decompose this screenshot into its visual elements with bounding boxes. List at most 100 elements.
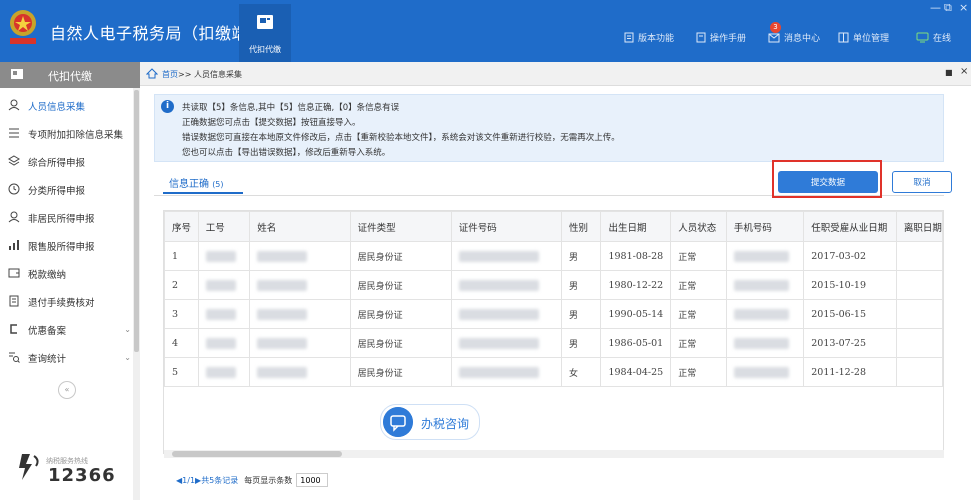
column-header[interactable]: 证件类型: [349, 211, 452, 242]
id-type: 居民身份证: [349, 270, 452, 300]
table-row[interactable]: 3 居民身份证 男 1990-05-14 正常 2015-06-15: [164, 299, 943, 329]
close-tab-icon[interactable]: ×: [960, 66, 968, 77]
name-redacted: [249, 241, 351, 271]
cancel-button[interactable]: 取消: [892, 171, 952, 193]
sidebar-scrollbar[interactable]: [133, 88, 140, 500]
id-type: 居民身份证: [349, 299, 452, 329]
online-icon: [916, 32, 929, 43]
tab-count: (5): [212, 180, 224, 189]
bracket-icon: [0, 323, 28, 338]
column-header[interactable]: 任职受雇从业日期: [803, 211, 897, 242]
nav-online-label: 在线: [933, 34, 952, 44]
scrollbar-thumb[interactable]: [134, 90, 139, 352]
chat-bubble-icon: [383, 407, 413, 437]
employee-id-redacted: [197, 299, 251, 329]
scrollbar-thumb[interactable]: [172, 451, 342, 457]
tax-consult-label: 办税咨询: [421, 417, 470, 431]
tab-label: 信息正确: [169, 179, 209, 190]
sidebar-item-comprehensive-income[interactable]: 综合所得申报: [0, 148, 133, 176]
table-row[interactable]: 2 居民身份证 男 1980-12-22 正常 2015-10-19: [164, 270, 943, 300]
horizontal-scrollbar[interactable]: [164, 450, 944, 458]
leave-date: [895, 270, 943, 300]
employee-id-redacted: [197, 270, 251, 300]
column-header[interactable]: 离职日期: [895, 211, 943, 242]
row-number: 4: [164, 328, 199, 358]
table-header-row: 序号 工号 姓名 证件类型 证件号码 性别 出生日期 人员状态 手机号码 任职受…: [164, 211, 943, 242]
nav-unit-management[interactable]: 单位管理: [838, 31, 889, 44]
leave-date: [895, 328, 943, 358]
per-page-input[interactable]: [296, 473, 329, 487]
page-indicator[interactable]: 1/1: [182, 476, 195, 485]
gender: 男: [560, 241, 602, 271]
wallet-icon: [0, 267, 28, 282]
column-header[interactable]: 人员状态: [670, 211, 727, 242]
column-header[interactable]: 手机号码: [725, 211, 805, 242]
per-page-label: 每页显示条数: [244, 475, 293, 485]
sidebar-item-label: 查询统计: [28, 354, 67, 365]
id-type: 居民身份证: [349, 241, 452, 271]
building-icon: [838, 32, 849, 43]
table-row[interactable]: 1 居民身份证 男 1981-08-28 正常 2017-03-02: [164, 241, 943, 271]
notice-line: 正确数据您可点击【提交数据】按钮直接导入。: [182, 118, 361, 128]
hire-date: 2015-10-19: [803, 270, 897, 300]
maximize-panel-icon[interactable]: ■: [945, 68, 953, 77]
sidebar-item-fee-refund-check[interactable]: 退付手续费核对: [0, 288, 133, 316]
nav-version-features[interactable]: 版本功能: [624, 31, 674, 44]
notice-line: 您也可以点击【导出错误数据】，修改后重新导入系统。: [182, 148, 391, 158]
table-row[interactable]: 4 居民身份证 男 1986-05-01 正常 2013-07-25: [164, 328, 943, 358]
column-header[interactable]: 姓名: [249, 211, 351, 242]
sidebar-item-label: 人员信息采集: [28, 102, 86, 113]
restore-button[interactable]: ⧉: [944, 1, 952, 15]
id-type: 居民身份证: [349, 328, 452, 358]
nav-manual[interactable]: 操作手册: [696, 31, 746, 44]
minimize-button[interactable]: —: [930, 1, 941, 14]
sidebar-item-label: 分类所得申报: [28, 186, 86, 197]
breadcrumb-current-label: 人员信息采集: [193, 70, 242, 79]
leave-date: [895, 241, 943, 271]
sidebar-item-special-deduction[interactable]: 专项附加扣除信息采集: [0, 120, 133, 148]
close-window-button[interactable]: ×: [959, 1, 968, 14]
info-icon: i: [161, 100, 174, 113]
table-row[interactable]: 5 居民身份证 女 1984-04-25 正常 2011-12-28: [164, 357, 943, 387]
sidebar-item-preferential-filing[interactable]: 优惠备案 ⌄: [0, 316, 133, 344]
mail-icon: [768, 33, 780, 42]
module-tab-withholding[interactable]: 代扣代缴: [239, 4, 291, 62]
phone-redacted: [725, 241, 805, 271]
hire-date: 2017-03-02: [803, 241, 897, 271]
sidebar-item-personnel-info[interactable]: 人员信息采集: [0, 92, 133, 120]
personnel-status: 正常: [670, 299, 727, 329]
column-header[interactable]: 证件号码: [450, 211, 562, 242]
breadcrumb: 首页 >> 人员信息采集 ■ ×: [140, 62, 971, 86]
breadcrumb-home-link[interactable]: 首页: [162, 69, 178, 80]
sidebar-item-nonresident-income[interactable]: 非居民所得申报: [0, 204, 133, 232]
submit-data-button[interactable]: 提交数据: [778, 171, 878, 193]
sidebar-item-tax-payment[interactable]: 税款缴纳: [0, 260, 133, 288]
column-header[interactable]: 工号: [197, 211, 251, 242]
nav-online[interactable]: 在线: [916, 31, 951, 44]
nav-manual-label: 操作手册: [710, 34, 747, 44]
column-header[interactable]: 性别: [560, 211, 602, 242]
home-icon[interactable]: [146, 68, 158, 79]
sidebar-title: 代扣代缴: [48, 70, 92, 83]
person-icon: [0, 99, 28, 114]
sidebar-item-label: 综合所得申报: [28, 158, 86, 169]
employee-id-redacted: [197, 241, 251, 271]
sidebar-item-classified-income[interactable]: 分类所得申报: [0, 176, 133, 204]
personnel-status: 正常: [670, 241, 727, 271]
phone-redacted: [725, 328, 805, 358]
breadcrumb-separator: >>: [178, 70, 192, 79]
sidebar-item-label: 税款缴纳: [28, 270, 67, 281]
sidebar-item-restricted-stock[interactable]: 限售股所得申报: [0, 232, 133, 260]
phone-redacted: [725, 357, 805, 387]
layers-icon: [0, 154, 28, 170]
collapse-sidebar-button[interactable]: «: [58, 381, 76, 399]
tax-consult-button[interactable]: 办税咨询: [380, 404, 480, 440]
sidebar: 代扣代缴 人员信息采集 专项附加扣除信息采集 综合所得申报 分类所得申报 非居民…: [0, 62, 140, 500]
sidebar-item-query-statistics[interactable]: 查询统计 ⌄: [0, 344, 133, 372]
gender: 男: [560, 299, 602, 329]
birth-date: 1984-04-25: [600, 357, 672, 387]
column-header[interactable]: 序号: [164, 211, 199, 242]
tab-correct-info[interactable]: 信息正确 (5): [163, 172, 243, 194]
module-tab-label: 代扣代缴: [249, 45, 281, 54]
column-header[interactable]: 出生日期: [600, 211, 672, 242]
